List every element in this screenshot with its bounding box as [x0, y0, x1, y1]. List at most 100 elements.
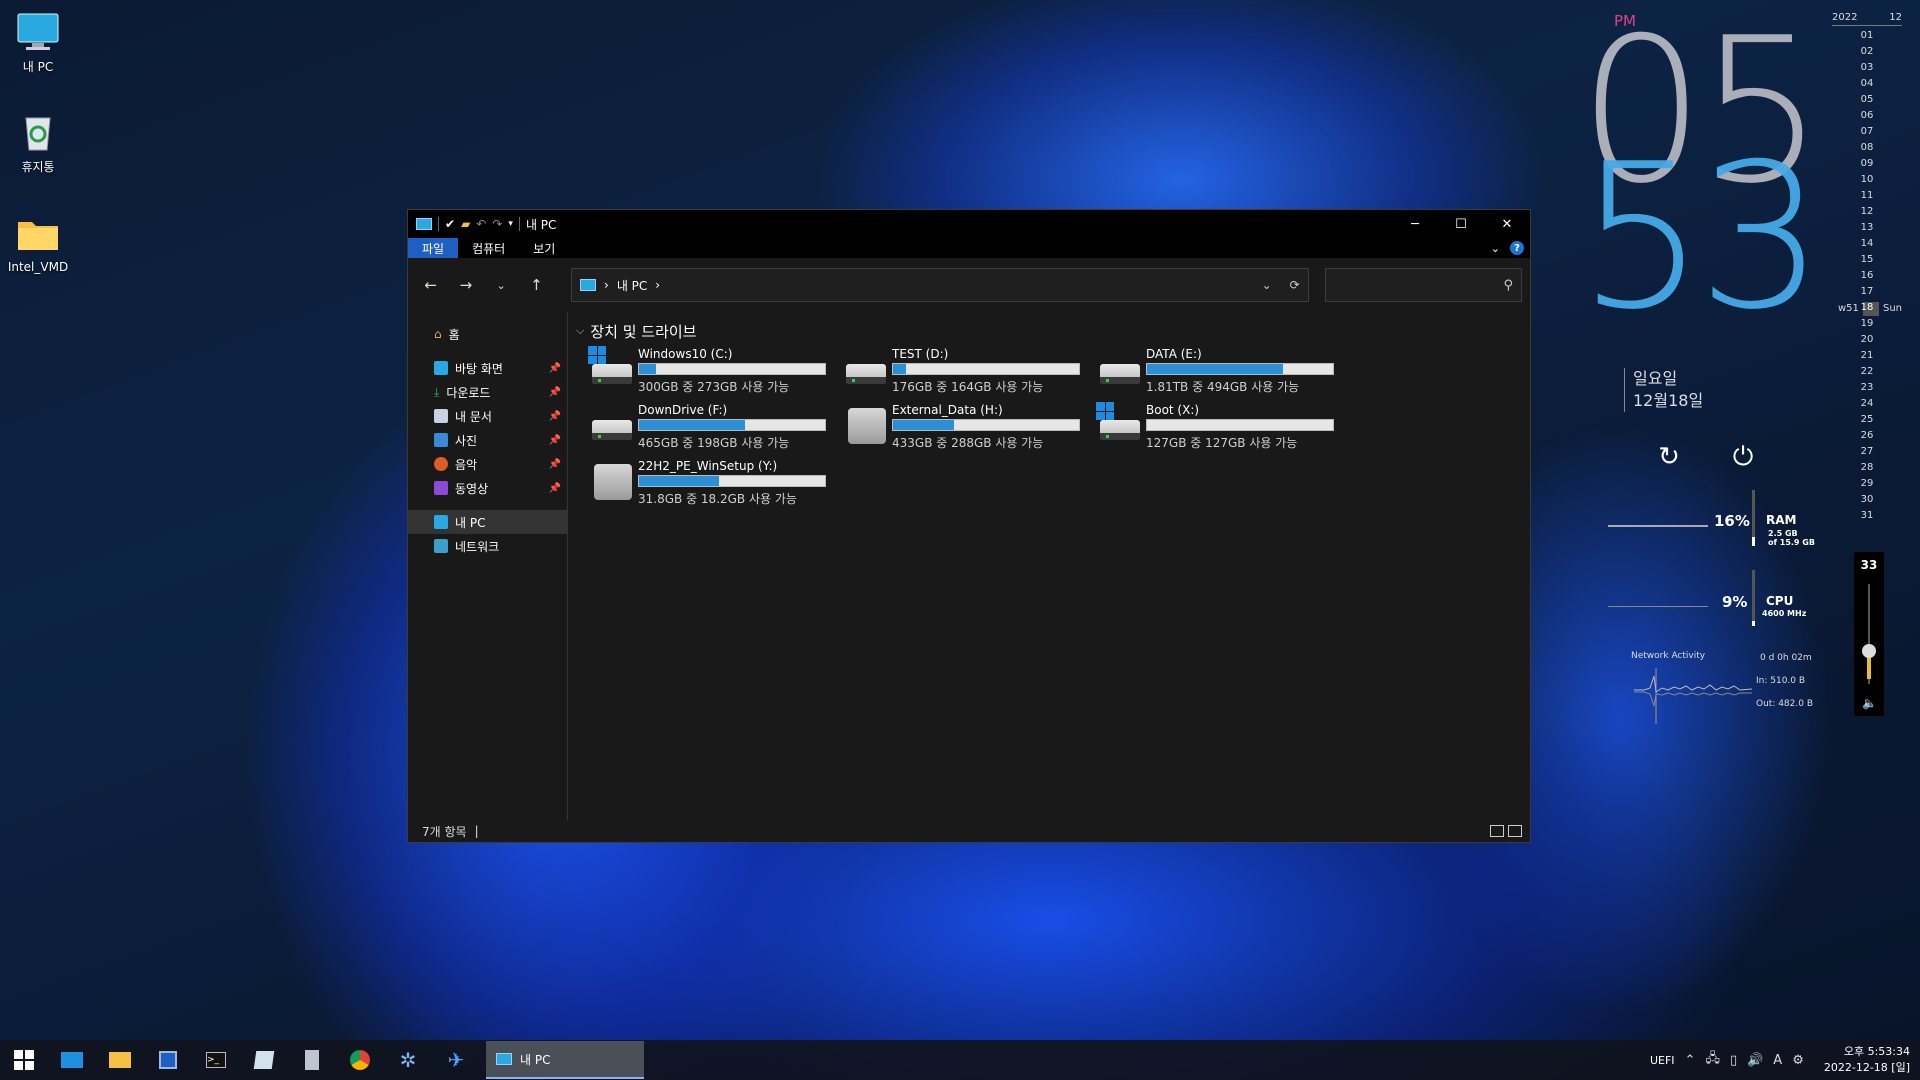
- window-title: 내 PC: [525, 217, 557, 232]
- taskbar-settings-tool-icon[interactable]: ✲: [384, 1040, 432, 1080]
- sidebar-item-home[interactable]: ⌂ 홈: [408, 322, 567, 346]
- volume-slider-handle[interactable]: [1862, 644, 1876, 658]
- sidebar-item-downloads[interactable]: ⤓ 다운로드 📌: [408, 380, 567, 404]
- drive-tile[interactable]: TEST (D:) 176GB 중 164GB 사용 가능: [842, 346, 1096, 394]
- pin-icon[interactable]: 📌: [549, 459, 561, 470]
- calendar-day: 14: [1860, 238, 1874, 249]
- monitor-icon: [16, 10, 60, 54]
- breadcrumb-this-pc[interactable]: 내 PC: [617, 277, 647, 294]
- taskbar-window-this-pc[interactable]: 내 PC: [486, 1041, 644, 1079]
- desktop-icon-intel-vmd[interactable]: Intel_VMD: [6, 212, 70, 274]
- forward-button[interactable]: →: [451, 271, 480, 299]
- input-method-icon[interactable]: A: [1773, 1053, 1782, 1068]
- folder-icon: [16, 212, 60, 256]
- desktop-icon-recycle-bin[interactable]: 휴지통: [6, 110, 70, 175]
- calendar-day: 09: [1860, 158, 1874, 169]
- address-history-icon[interactable]: ⌄: [1262, 278, 1272, 292]
- calendar-day: 23: [1860, 382, 1874, 393]
- customize-toolbar-icon[interactable]: ▾: [508, 219, 513, 229]
- clock-date: 12월18일: [1633, 391, 1704, 410]
- tab-computer[interactable]: 컴퓨터: [458, 238, 519, 258]
- sidebar-item-label: 홈: [448, 327, 460, 342]
- minimize-button[interactable]: ─: [1392, 210, 1438, 238]
- sidebar-item-documents[interactable]: 내 문서 📌: [408, 404, 567, 428]
- drive-name: TEST (D:): [892, 347, 949, 361]
- address-bar[interactable]: › 내 PC › ⌄ ⟳: [571, 268, 1309, 302]
- maximize-button[interactable]: ☐: [1438, 210, 1484, 238]
- breadcrumb-separator-icon[interactable]: ›: [655, 278, 660, 292]
- details-view-icon[interactable]: [1490, 825, 1504, 837]
- speaker-icon[interactable]: 🔈: [1862, 696, 1877, 710]
- drive-free-space: 127GB 중 127GB 사용 가능: [1146, 436, 1298, 450]
- drive-tile[interactable]: Windows10 (C:) 300GB 중 273GB 사용 가능: [588, 346, 842, 394]
- pin-icon[interactable]: 📌: [549, 483, 561, 494]
- back-button[interactable]: ←: [416, 271, 445, 299]
- close-button[interactable]: ✕: [1484, 210, 1530, 238]
- taskbar-clock[interactable]: 오후 5:53:34 2022-12-18 [일]: [1824, 1044, 1910, 1076]
- undo-icon[interactable]: ↶: [476, 217, 486, 231]
- refresh-icon[interactable]: ⟳: [1290, 278, 1300, 292]
- search-input[interactable]: ⚲: [1324, 268, 1522, 302]
- large-icons-view-icon[interactable]: [1508, 825, 1522, 837]
- title-bar: ✔ ▰ ↶ ↷ ▾ 내 PC ─ ☐ ✕: [408, 210, 1530, 238]
- calendar-day: 31: [1860, 510, 1874, 521]
- group-header[interactable]: ⌵ 장치 및 드라이브: [576, 320, 1530, 342]
- up-button[interactable]: ↑: [522, 271, 551, 299]
- restart-icon[interactable]: ↻: [1654, 442, 1684, 472]
- drive-tile[interactable]: Boot (X:) 127GB 중 127GB 사용 가능: [1096, 402, 1350, 450]
- cpu-graph: [1608, 606, 1708, 607]
- help-icon[interactable]: ?: [1510, 241, 1524, 255]
- expand-ribbon-icon[interactable]: ⌄: [1491, 242, 1500, 255]
- recent-locations-button[interactable]: ⌄: [487, 271, 516, 299]
- ram-percent: 16%: [1714, 512, 1750, 530]
- drive-tile[interactable]: DATA (E:) 1.81TB 중 494GB 사용 가능: [1096, 346, 1350, 394]
- network-tray-icon[interactable]: 🖧: [1705, 1049, 1720, 1071]
- usb-tray-icon[interactable]: ▯: [1730, 1053, 1737, 1068]
- tab-file[interactable]: 파일: [408, 238, 459, 258]
- sidebar-item-network[interactable]: 네트워크: [408, 534, 567, 558]
- drive-usage-bar: [892, 419, 1080, 431]
- sidebar-item-desktop[interactable]: 바탕 화면 📌: [408, 356, 567, 380]
- properties-icon[interactable]: ✔: [445, 217, 455, 231]
- pin-icon[interactable]: 📌: [549, 387, 561, 398]
- calendar-day: 08: [1860, 142, 1874, 153]
- breadcrumb-separator-icon[interactable]: ›: [604, 278, 609, 292]
- calendar-day: 10: [1860, 174, 1874, 185]
- taskbar-desktop-icon[interactable]: [48, 1040, 96, 1080]
- redo-icon[interactable]: ↷: [492, 217, 502, 231]
- cpu-percent: 9%: [1722, 593, 1748, 611]
- pin-icon[interactable]: 📌: [549, 435, 561, 446]
- taskbar-calculator-icon[interactable]: [288, 1040, 336, 1080]
- sidebar-item-this-pc[interactable]: 내 PC: [408, 510, 567, 534]
- new-folder-icon[interactable]: ▰: [461, 217, 470, 231]
- tray-show-hidden-icon[interactable]: ⌃: [1685, 1053, 1696, 1068]
- sidebar-item-videos[interactable]: 동영상 📌: [408, 476, 567, 500]
- taskbar-notepad-icon[interactable]: [240, 1040, 288, 1080]
- taskbar-save-icon[interactable]: [144, 1040, 192, 1080]
- pin-icon[interactable]: 📌: [549, 411, 561, 422]
- taskbar-terminal-icon[interactable]: >_: [192, 1040, 240, 1080]
- start-button[interactable]: [0, 1040, 48, 1080]
- drive-tile[interactable]: 22H2_PE_WinSetup (Y:) 31.8GB 중 18.2GB 사용 …: [588, 458, 842, 506]
- taskbar-chrome-icon[interactable]: [336, 1040, 384, 1080]
- sidebar-item-label: 바탕 화면: [455, 361, 503, 376]
- drive-tile[interactable]: DownDrive (F:) 465GB 중 198GB 사용 가능: [588, 402, 842, 450]
- drive-name: 22H2_PE_WinSetup (Y:): [638, 459, 778, 473]
- tab-view[interactable]: 보기: [519, 238, 569, 258]
- usb-drive-icon: [842, 402, 890, 448]
- gear-icon[interactable]: ⚙: [1792, 1053, 1804, 1068]
- sidebar-item-pictures[interactable]: 사진 📌: [408, 428, 567, 452]
- ram-total: of 15.9 GB: [1768, 538, 1815, 547]
- power-icon[interactable]: ⏻: [1728, 442, 1758, 472]
- music-icon: [434, 457, 448, 471]
- taskbar-file-explorer-icon[interactable]: [96, 1040, 144, 1080]
- chevron-down-icon[interactable]: ⌵: [576, 324, 584, 338]
- drive-tile[interactable]: External_Data (H:) 433GB 중 288GB 사용 가능: [842, 402, 1096, 450]
- desktop-icon-this-pc[interactable]: 내 PC: [6, 10, 70, 75]
- pin-icon[interactable]: 📌: [549, 363, 561, 374]
- drive-name: External_Data (H:): [892, 403, 1003, 417]
- pictures-icon: [434, 433, 448, 447]
- sidebar-item-music[interactable]: 음악 📌: [408, 452, 567, 476]
- volume-tray-icon[interactable]: 🔊: [1747, 1053, 1763, 1068]
- taskbar-app-icon[interactable]: ✈: [432, 1040, 480, 1080]
